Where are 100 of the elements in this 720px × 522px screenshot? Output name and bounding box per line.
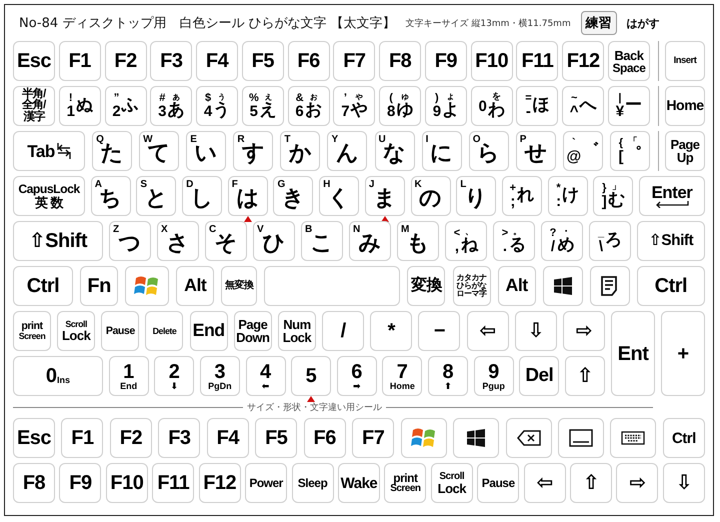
kana-label: ゆ [396, 102, 414, 120]
kana-label: へ [580, 97, 597, 115]
key-label: Lock [62, 328, 90, 342]
shift-symbol: % [248, 93, 259, 104]
key-label: 漢字 [24, 112, 44, 123]
key-sublabel: Ins [57, 376, 70, 384]
key-symbol: 7 [341, 104, 350, 119]
key-symbol: . [502, 239, 508, 254]
key-label: F2 [114, 51, 137, 71]
digit-label: 4 [260, 362, 272, 382]
key-label: Ctrl [26, 276, 60, 296]
key-label: Delete [152, 326, 176, 336]
key-letter: Q [96, 134, 104, 145]
key-label: F1 [68, 51, 91, 71]
digit-label: 9 [488, 362, 500, 382]
kana-label: ね [461, 236, 478, 254]
small-kana-label: 「 [628, 138, 638, 147]
key-label: F12 [203, 473, 236, 493]
key-letter: Y [331, 134, 338, 145]
key-label: F12 [566, 51, 600, 71]
key-label: Alt [506, 277, 528, 295]
kana-label: ゛ [582, 142, 600, 160]
key-label: ⇦ [479, 321, 496, 341]
key-letter: J [368, 179, 374, 190]
kana-label: わ [488, 102, 505, 120]
key-label: F1 [71, 428, 94, 448]
key-label: Page [238, 318, 268, 331]
key-label: 0 [46, 366, 58, 386]
key-label: Ctrl [672, 430, 696, 446]
key-label: + [677, 344, 689, 364]
key-label: 半角/ [22, 89, 46, 100]
key-label: 変換 [410, 278, 442, 294]
key-symbol: ¥ [616, 104, 624, 119]
key-label: ローマ字 [456, 290, 487, 298]
key-letter: A [94, 179, 102, 190]
backspace-icon [516, 430, 541, 446]
small-kana-label: 」 [612, 182, 621, 192]
window-icon [568, 429, 593, 447]
key-label: F7 [362, 428, 384, 448]
kana-label: ろ [605, 232, 622, 250]
key-label: Wake [340, 476, 378, 490]
key-letter: V [257, 224, 264, 235]
digit-label: 8 [442, 362, 454, 382]
windows-logo-icon [467, 429, 486, 447]
key-label: 英 数 [34, 196, 64, 209]
shift-symbol: ” [114, 93, 120, 104]
kana-label: み [358, 231, 382, 258]
shift-symbol: & [296, 93, 304, 104]
key-symbol: 5 [250, 104, 258, 119]
key-letter: F [232, 179, 238, 190]
small-kana-label: ゅ [400, 92, 410, 102]
kana-label: れ [517, 187, 534, 205]
key-label: カタカナ [456, 274, 487, 282]
key-label: ひらがな [456, 282, 487, 290]
shift-symbol: < [454, 228, 460, 239]
key-label: ⇨ [629, 473, 646, 493]
key-letter: B [305, 224, 312, 235]
kana-label: お [304, 102, 322, 120]
shift-symbol: ’ [344, 93, 347, 104]
small-kana-label: ぉ [308, 92, 318, 102]
key-label: Screen [18, 332, 46, 341]
key-letter: T [284, 134, 290, 145]
kana-label: よ [442, 102, 460, 120]
sheet-title: No-84 ディスクトップ用 白色シール ひらがな文字 【太文字】 [19, 15, 396, 32]
shift-symbol: } [602, 183, 606, 194]
shift-symbol: ` [572, 138, 576, 149]
kana-label: く [328, 186, 351, 213]
key-symbol: ] [602, 194, 607, 209]
key-label: F10 [110, 473, 144, 493]
key-letter: P [520, 134, 526, 145]
key-letter: M [401, 224, 410, 235]
peel-label: はがす [626, 16, 660, 30]
kana-label: ち [99, 186, 122, 213]
small-kana-label: ぅ [217, 92, 226, 102]
key-label: F8 [22, 473, 46, 493]
small-kana-label: ゃ [354, 92, 364, 102]
key-sublabel: Home [390, 382, 415, 390]
key-label: 全角/ [22, 100, 46, 112]
key-label: Num [283, 318, 311, 331]
shift-symbol: > [502, 228, 508, 239]
shift-symbol: $ [205, 93, 212, 104]
key-label: Power [249, 477, 283, 489]
key-symbol: ; [510, 194, 516, 209]
key-label: Down [236, 331, 270, 344]
kana-label: も [406, 231, 430, 258]
kana-label: ゜ [624, 146, 642, 164]
kana-label: ー [625, 97, 642, 115]
key-sublabel: End [120, 382, 138, 390]
key-letter: S [140, 179, 148, 190]
kana-label: り [464, 186, 488, 213]
kana-label: え [260, 102, 277, 120]
key-label: Back [614, 48, 644, 62]
shift-symbol: + [510, 183, 516, 194]
key-label: ⇧ [582, 473, 600, 493]
key-letter: Z [113, 224, 120, 235]
keyboard-icon [621, 431, 646, 445]
key-letter: L [460, 179, 466, 190]
digit-label: 6 [351, 362, 362, 382]
key-label: Enter [651, 184, 692, 201]
key-label: Page [670, 138, 700, 151]
